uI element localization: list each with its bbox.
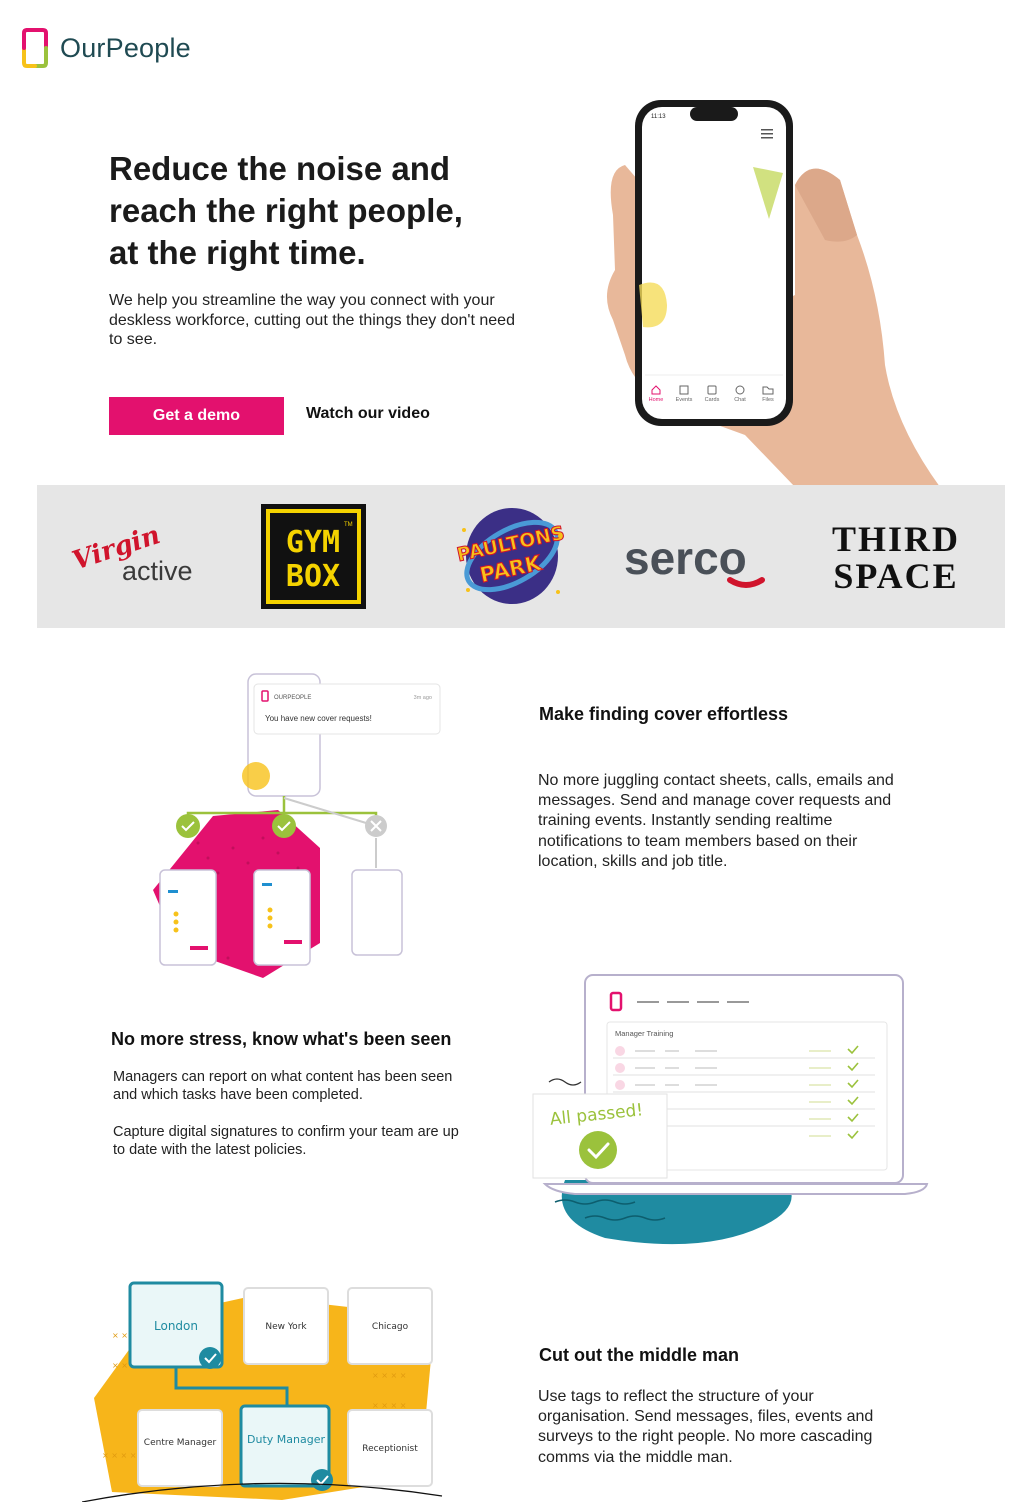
- watch-video-button[interactable]: Watch our video: [306, 405, 430, 423]
- tag-duty-manager: Duty Manager: [247, 1433, 325, 1446]
- feature-body: Use tags to reflect the structure of you…: [538, 1388, 874, 1466]
- tag-chicago: Chicago: [372, 1322, 409, 1332]
- virgin-active-logo: Virgin active: [70, 520, 193, 586]
- nav-item-home: Home: [649, 397, 664, 403]
- notification-time: 3m ago: [414, 695, 432, 701]
- virgin-active-word: active: [122, 556, 193, 586]
- feature-title: Cut out the middle man: [539, 1345, 739, 1365]
- hero-subtitle: We help you streamline the way you conne…: [109, 292, 515, 348]
- notification-text: You have new cover requests!: [265, 714, 372, 723]
- nav-item-chat: Chat: [734, 397, 746, 403]
- feature-body: Managers can report on what content has …: [113, 1069, 453, 1103]
- brand-logo[interactable]: OurPeople: [22, 28, 191, 68]
- nav-item-events: Events: [676, 397, 693, 403]
- get-demo-button[interactable]: Get a demo: [109, 397, 284, 435]
- tag-new-york: New York: [265, 1322, 307, 1332]
- feature-title: Make finding cover effortless: [539, 704, 789, 724]
- hero-title-line: Reduce the noise and: [109, 150, 451, 187]
- third-space-logo: THIRD SPACE: [832, 519, 960, 594]
- hero-title: Reduce the noise and reach the right peo…: [109, 148, 529, 274]
- gymbox-tm: TM: [344, 522, 353, 528]
- paultons-park-logo: PAULTONS PARK: [454, 508, 567, 604]
- hero-title-line: at the right time.: [109, 234, 366, 271]
- hamburger-menu-icon: [761, 129, 773, 139]
- cover-requests-illustration: OURPEOPLE 3m ago You have new cover requ…: [153, 673, 441, 978]
- notification-app-label: OURPEOPLE: [274, 695, 311, 701]
- nav-item-cards: Cards: [705, 397, 720, 403]
- gymbox-line2: BOX: [286, 559, 340, 594]
- hero-phone-illustration: 11:13 Home Events Cards Chat Files: [606, 100, 940, 487]
- laptop-training-illustration: Manager Training All passed!: [532, 974, 929, 1245]
- feature-body: Capture digital signatures to confirm yo…: [113, 1124, 459, 1158]
- ourpeople-logo-icon: [22, 28, 48, 68]
- svg-text:× × × ×: × × × ×: [372, 1401, 406, 1410]
- tag-receptionist: Receptionist: [362, 1444, 418, 1454]
- gymbox-line1: GYM: [286, 525, 340, 560]
- hero-title-line: reach the right people,: [109, 192, 463, 229]
- svg-text:× × × ×: × × × ×: [372, 1371, 406, 1380]
- feature-body: No more juggling contact sheets, calls, …: [538, 772, 894, 870]
- panel-title: Manager Training: [615, 1029, 673, 1038]
- tag-london: London: [154, 1319, 198, 1333]
- feature-title: No more stress, know what's been seen: [111, 1029, 452, 1049]
- tag-centre-manager: Centre Manager: [144, 1438, 217, 1448]
- serco-logo: serco: [624, 532, 765, 588]
- serco-word: serco: [624, 532, 747, 584]
- brand-name: OurPeople: [60, 32, 191, 63]
- tags-structure-illustration: × × × × × × × × × ×× × × × × × × × × × ×…: [82, 1281, 443, 1502]
- nav-item-files: Files: [762, 397, 774, 403]
- phone-time: 11:13: [651, 114, 666, 120]
- gymbox-logo: GYM BOX TM: [261, 504, 366, 609]
- third-space-line1: THIRD: [832, 519, 960, 559]
- third-space-line2: SPACE: [833, 556, 958, 594]
